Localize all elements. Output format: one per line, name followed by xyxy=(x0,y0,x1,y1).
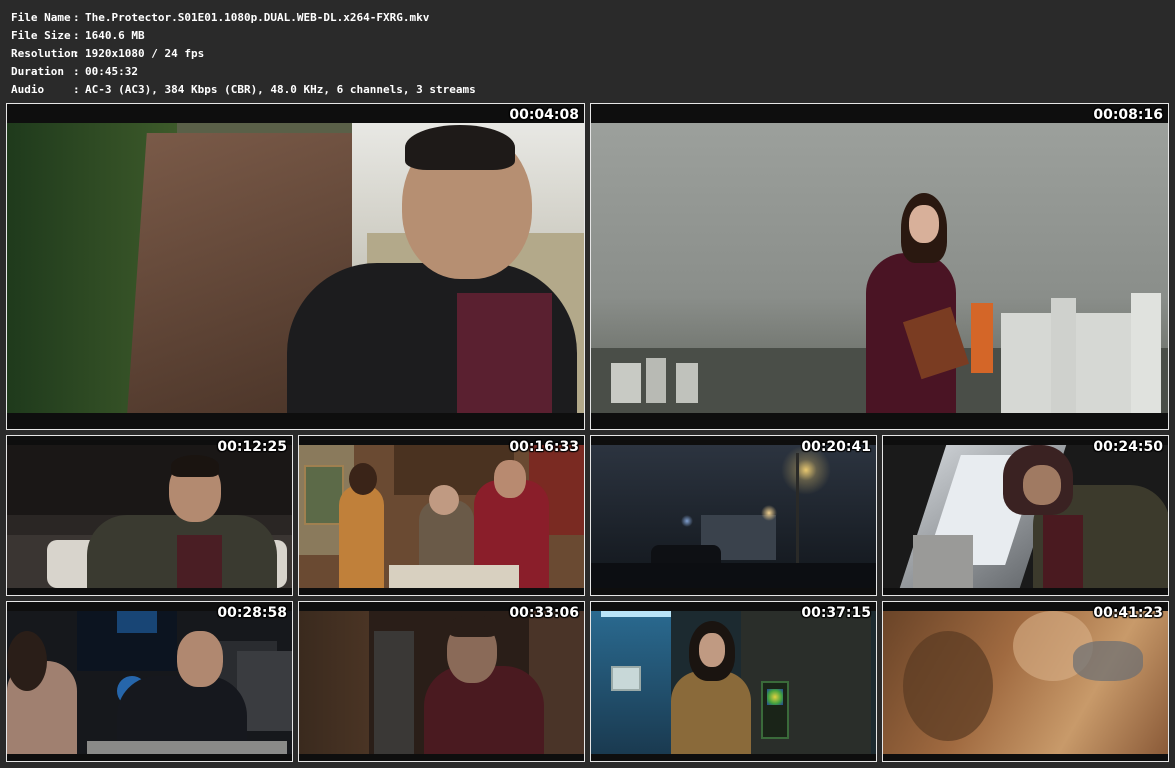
info-separator: : xyxy=(73,47,80,60)
video-frame xyxy=(883,611,1168,754)
info-row-audio: Audio : AC-3 (AC3), 384 Kbps (CBR), 48.0… xyxy=(11,81,476,99)
info-value: 1920x1080 / 24 fps xyxy=(85,47,205,60)
video-frame xyxy=(299,445,584,588)
timestamp-label: 00:08:16 xyxy=(1093,107,1163,123)
timestamp-label: 00:20:41 xyxy=(801,439,871,455)
info-label: File Name xyxy=(11,11,71,24)
info-separator: : xyxy=(73,83,80,96)
file-info-panel: File Name : The.Protector.S01E01.1080p.D… xyxy=(11,9,476,99)
video-frame xyxy=(7,123,584,413)
info-separator: : xyxy=(73,11,80,24)
video-frame xyxy=(7,611,292,754)
thumbnail-8[interactable]: 00:33:06 xyxy=(298,601,585,762)
timestamp-label: 00:24:50 xyxy=(1093,439,1163,455)
thumbnail-1[interactable]: 00:04:08 xyxy=(6,103,585,430)
thumbnail-4[interactable]: 00:16:33 xyxy=(298,435,585,596)
info-separator: : xyxy=(73,29,80,42)
info-row-duration: Duration : 00:45:32 xyxy=(11,63,476,81)
timestamp-label: 00:12:25 xyxy=(217,439,287,455)
info-value: 1640.6 MB xyxy=(85,29,145,42)
thumbnail-6[interactable]: 00:24:50 xyxy=(882,435,1169,596)
info-label: Duration xyxy=(11,65,64,78)
video-frame xyxy=(7,445,292,588)
thumbnail-7[interactable]: 00:28:58 xyxy=(6,601,293,762)
timestamp-label: 00:28:58 xyxy=(217,605,287,621)
thumbnail-3[interactable]: 00:12:25 xyxy=(6,435,293,596)
thumbnail-2[interactable]: 00:08:16 xyxy=(590,103,1169,430)
video-frame xyxy=(591,611,876,754)
video-frame xyxy=(883,445,1168,588)
timestamp-label: 00:04:08 xyxy=(509,107,579,123)
info-row-resolution: Resolution : 1920x1080 / 24 fps xyxy=(11,45,476,63)
info-label: File Size xyxy=(11,29,71,42)
video-frame xyxy=(299,611,584,754)
timestamp-label: 00:16:33 xyxy=(509,439,579,455)
timestamp-label: 00:33:06 xyxy=(509,605,579,621)
thumbnail-10[interactable]: 00:41:23 xyxy=(882,601,1169,762)
info-value: The.Protector.S01E01.1080p.DUAL.WEB-DL.x… xyxy=(85,11,430,24)
info-separator: : xyxy=(73,65,80,78)
info-row-file-name: File Name : The.Protector.S01E01.1080p.D… xyxy=(11,9,476,27)
thumbnail-5[interactable]: 00:20:41 xyxy=(590,435,877,596)
info-label: Resolution xyxy=(11,47,78,60)
info-label: Audio xyxy=(11,83,45,96)
info-value: AC-3 (AC3), 384 Kbps (CBR), 48.0 KHz, 6 … xyxy=(85,83,476,96)
video-frame xyxy=(591,445,876,588)
info-row-file-size: File Size : 1640.6 MB xyxy=(11,27,476,45)
video-frame xyxy=(591,123,1168,413)
info-value: 00:45:32 xyxy=(85,65,138,78)
timestamp-label: 00:41:23 xyxy=(1093,605,1163,621)
timestamp-label: 00:37:15 xyxy=(801,605,871,621)
thumbnail-9[interactable]: 00:37:15 xyxy=(590,601,877,762)
